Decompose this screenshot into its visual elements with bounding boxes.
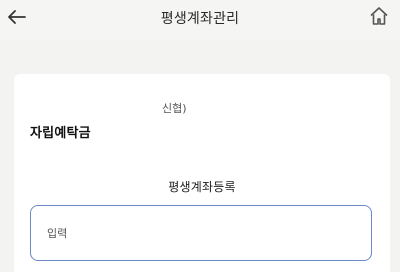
- bank-name: 신협): [162, 102, 187, 115]
- top-navigation-bar: 평생계좌관리: [0, 0, 400, 40]
- registration-section-title: 평생계좌등록: [168, 180, 236, 194]
- home-button[interactable]: [366, 5, 392, 31]
- account-card: 신협) 자립예탁금 평생계좌등록: [14, 74, 390, 272]
- product-name: 자립예탁금: [30, 126, 91, 141]
- lifetime-account-input[interactable]: [47, 224, 347, 242]
- lifetime-account-input-box[interactable]: [30, 205, 372, 261]
- page-title: 평생계좌관리: [160, 11, 240, 27]
- home-icon: [368, 5, 390, 31]
